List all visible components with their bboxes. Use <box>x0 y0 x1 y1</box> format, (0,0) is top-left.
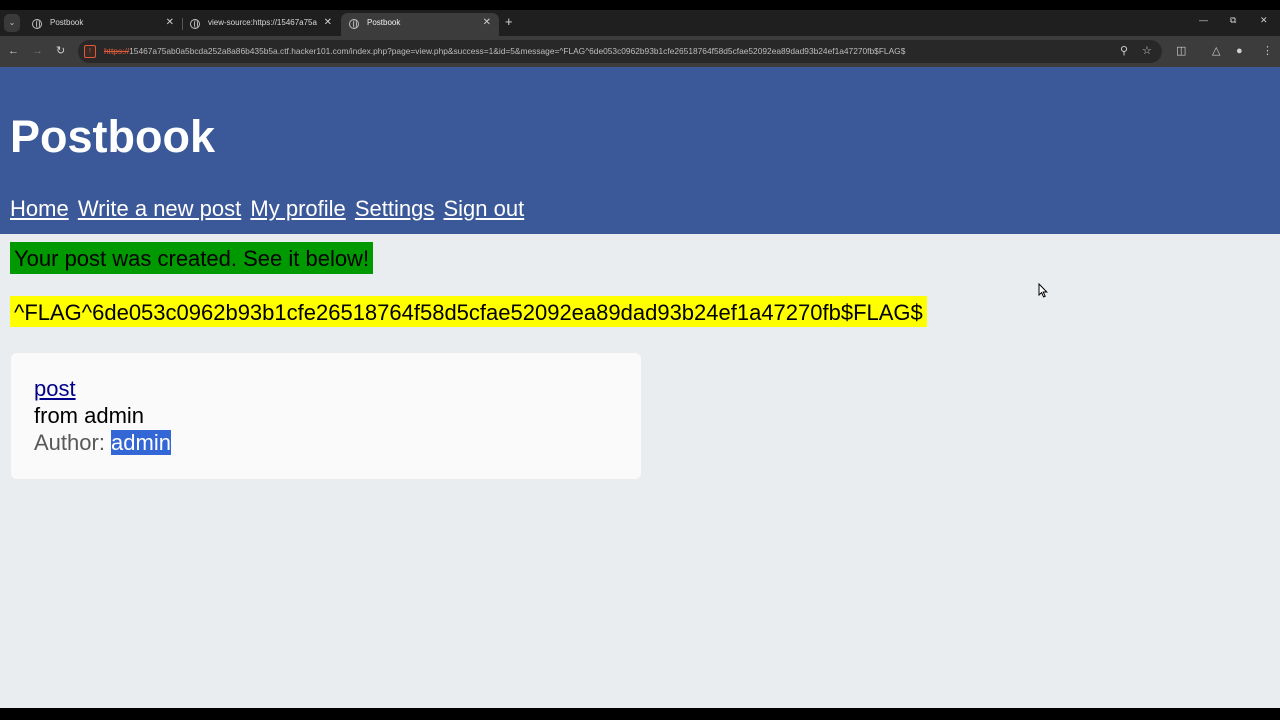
not-secure-icon[interactable]: ! <box>84 45 96 58</box>
post-title-link[interactable]: post <box>34 376 76 402</box>
tab-postbook-active[interactable]: Postbook ✕ <box>341 13 499 36</box>
flag-message: ^FLAG^6de053c0962b93b1cfe26518764f58d5cf… <box>10 296 927 327</box>
browser-toolbar: ← → ↻ ! https://15467a75ab0a5bcda252a8a8… <box>0 36 1280 67</box>
site-nav: Home Write a new post My profile Setting… <box>10 195 527 223</box>
tab-view-source[interactable]: view-source:https://15467a75a ✕ <box>182 13 340 36</box>
tab-postbook-1[interactable]: Postbook ✕ <box>24 13 182 36</box>
post-card: post from admin Author: admin <box>11 353 641 479</box>
globe-icon <box>190 19 200 29</box>
extensions-icon[interactable]: ◫ <box>1176 44 1186 58</box>
author-name-selected[interactable]: admin <box>111 430 171 455</box>
close-icon[interactable]: ✕ <box>166 17 174 29</box>
tab-search-chevron-icon[interactable]: ⌄ <box>4 14 20 32</box>
screen-bottom-border <box>0 708 1280 720</box>
success-message: Your post was created. See it below! <box>10 242 374 274</box>
window-close-icon[interactable]: ✕ <box>1260 15 1268 26</box>
tab-title: Postbook <box>367 18 401 27</box>
site-title: Postbook <box>10 111 216 162</box>
profile-avatar-icon[interactable]: ● <box>1236 44 1243 58</box>
nav-sign-out-link[interactable]: Sign out <box>444 196 525 221</box>
close-icon[interactable]: ✕ <box>324 17 332 29</box>
screen-top-border <box>0 0 1280 10</box>
nav-settings-link[interactable]: Settings <box>355 196 435 221</box>
close-icon[interactable]: ✕ <box>483 17 491 29</box>
menu-kebab-icon[interactable]: ⋮ <box>1262 44 1273 58</box>
author-label: Author: <box>34 430 112 455</box>
nav-my-profile-link[interactable]: My profile <box>250 196 345 221</box>
reload-icon[interactable]: ↻ <box>56 44 65 58</box>
back-arrow-icon[interactable]: ← <box>8 44 19 58</box>
post-author: Author: admin <box>34 430 171 456</box>
new-tab-plus-icon[interactable]: + <box>505 14 513 29</box>
mouse-cursor-icon <box>1038 283 1048 298</box>
page-viewport: Postbook Home Write a new post My profil… <box>0 67 1280 708</box>
browser-tab-bar: ⌄ Postbook ✕ view-source:https://15467a7… <box>0 10 1280 36</box>
globe-icon <box>349 19 359 29</box>
restore-icon[interactable]: ⧉ <box>1230 15 1236 26</box>
tab-title: view-source:https://15467a75a <box>208 18 317 27</box>
site-header: Postbook Home Write a new post My profil… <box>0 67 1280 234</box>
nav-write-post-link[interactable]: Write a new post <box>78 196 241 221</box>
post-body: from admin <box>34 403 145 428</box>
address-bar[interactable]: ! https://15467a75ab0a5bcda252a8a86b435b… <box>78 40 1162 63</box>
bookmark-star-icon[interactable]: ☆ <box>1142 44 1152 57</box>
labs-flask-icon[interactable]: △ <box>1212 44 1220 58</box>
globe-icon <box>32 19 42 29</box>
nav-home-link[interactable]: Home <box>10 196 69 221</box>
minimize-icon[interactable]: — <box>1199 15 1208 25</box>
zoom-icon[interactable]: ⚲ <box>1120 44 1128 57</box>
forward-arrow-icon[interactable]: → <box>32 44 43 58</box>
tab-title: Postbook <box>50 18 84 27</box>
url-text[interactable]: https://15467a75ab0a5bcda252a8a86b435b5a… <box>104 46 905 56</box>
